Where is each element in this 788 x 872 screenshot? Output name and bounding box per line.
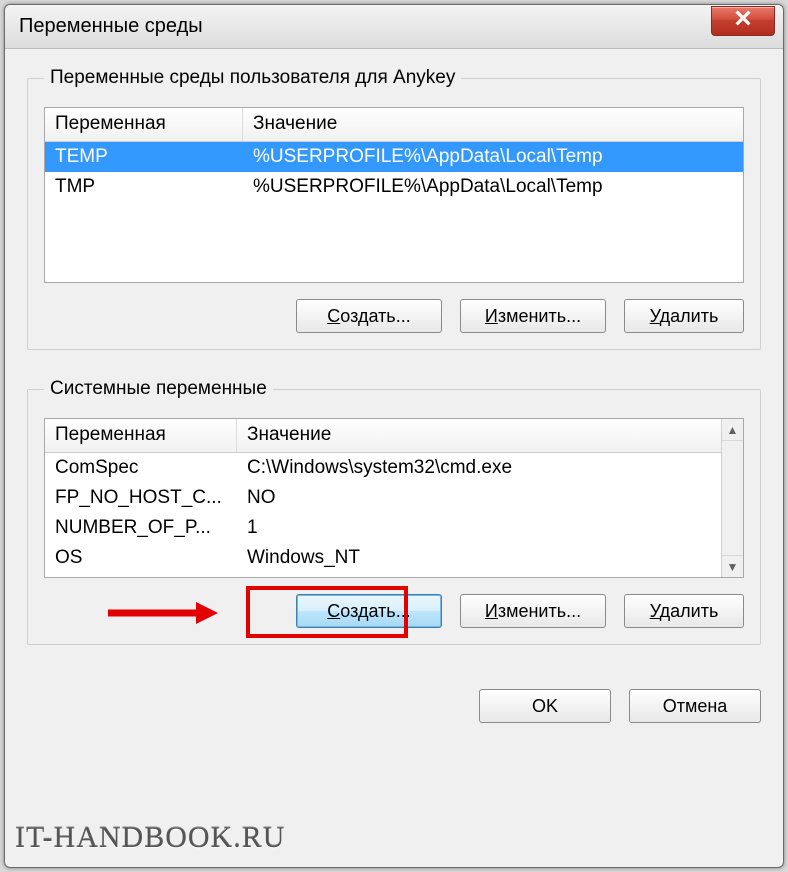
table-row[interactable]: FP_NO_HOST_C... NO [45, 483, 743, 513]
titlebar: Переменные среды [5, 5, 783, 49]
arrow-annotation-icon [108, 598, 218, 633]
dialog-footer: OK Отмена [5, 689, 783, 735]
cell-value: C:\Windows\system32\cmd.exe [237, 455, 743, 481]
system-delete-button[interactable]: Удалить [624, 594, 744, 628]
user-vars-group: Переменные среды пользователя для Anykey… [27, 67, 761, 350]
cell-name: ComSpec [45, 455, 237, 481]
table-row[interactable]: OS Windows_NT [45, 543, 743, 573]
system-create-button[interactable]: Создать... [296, 594, 442, 628]
table-row[interactable]: NUMBER_OF_P... 1 [45, 513, 743, 543]
user-create-button[interactable]: Создать... [296, 299, 442, 333]
col-variable[interactable]: Переменная [45, 419, 237, 452]
table-row[interactable]: TEMP %USERPROFILE%\AppData\Local\Temp [45, 142, 743, 172]
cell-value: %USERPROFILE%\AppData\Local\Temp [243, 174, 743, 200]
table-row[interactable]: TMP %USERPROFILE%\AppData\Local\Temp [45, 172, 743, 202]
user-delete-button[interactable]: Удалить [624, 299, 744, 333]
watermark: IT-HANDBOOK.RU [15, 821, 285, 855]
col-variable[interactable]: Переменная [45, 108, 243, 141]
close-icon [735, 10, 751, 31]
system-vars-table[interactable]: Переменная Значение ComSpec C:\Windows\s… [44, 418, 744, 578]
table-header: Переменная Значение [45, 419, 743, 453]
cell-value: %USERPROFILE%\AppData\Local\Temp [243, 144, 743, 170]
system-edit-button[interactable]: Изменить... [460, 594, 606, 628]
user-vars-table[interactable]: Переменная Значение TEMP %USERPROFILE%\A… [44, 107, 744, 283]
cell-name: TEMP [45, 144, 243, 170]
cell-value: 1 [237, 515, 743, 541]
close-button[interactable] [711, 6, 775, 36]
col-value[interactable]: Значение [243, 108, 743, 141]
scroll-up-icon[interactable]: ▲ [722, 419, 743, 441]
cell-name: OS [45, 545, 237, 571]
window-title: Переменные среды [19, 15, 203, 38]
user-edit-button[interactable]: Изменить... [460, 299, 606, 333]
col-value[interactable]: Значение [237, 419, 743, 452]
table-header: Переменная Значение [45, 108, 743, 142]
cell-name: TMP [45, 174, 243, 200]
system-vars-buttons: Создать... Изменить... Удалить [44, 594, 744, 628]
cell-name: NUMBER_OF_P... [45, 515, 237, 541]
scrollbar[interactable]: ▲ ▼ [721, 419, 743, 577]
cell-value: Windows_NT [237, 545, 743, 571]
table-row[interactable]: ComSpec C:\Windows\system32\cmd.exe [45, 453, 743, 483]
cell-value: NO [237, 485, 743, 511]
scroll-down-icon[interactable]: ▼ [722, 555, 743, 577]
ok-button[interactable]: OK [479, 689, 611, 723]
cancel-button[interactable]: Отмена [629, 689, 761, 723]
env-vars-dialog: Переменные среды Переменные среды пользо… [4, 4, 784, 868]
user-vars-legend: Переменные среды пользователя для Anykey [44, 67, 461, 89]
system-vars-group: Системные переменные Переменная Значение… [27, 378, 761, 645]
system-vars-legend: Системные переменные [44, 378, 273, 400]
user-vars-buttons: Создать... Изменить... Удалить [44, 299, 744, 333]
cell-name: FP_NO_HOST_C... [45, 485, 237, 511]
